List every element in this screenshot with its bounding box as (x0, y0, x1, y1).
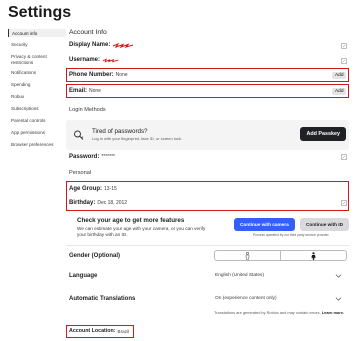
language-label: Language (69, 273, 98, 279)
phone-label: Phone Number: (69, 72, 114, 78)
translations-select[interactable]: On (experience content only) (214, 293, 347, 304)
edit-icon[interactable] (341, 200, 347, 206)
redacted-scribble (113, 42, 134, 48)
translations-note-text: Translations are generated by Roblox and… (214, 310, 321, 315)
add-passkey-button[interactable]: Add Passkey (300, 127, 346, 141)
sidebar-item-app-permissions[interactable]: App permissions (8, 128, 66, 136)
chevron-down-icon (335, 297, 342, 301)
translations-value: On (experience content only) (215, 296, 277, 301)
password-label: Password: (69, 154, 100, 160)
sidebar-item-notifications[interactable]: Notifications (8, 69, 66, 77)
settings-sidebar: Account info Security Privacy & content … (8, 29, 66, 152)
add-phone-button[interactable]: Add (332, 72, 346, 79)
password-value: ******* (101, 154, 115, 160)
email-label: Email: (69, 88, 88, 94)
sidebar-item-subscriptions[interactable]: Subscriptions (8, 105, 66, 113)
phone-value: None (115, 72, 128, 78)
age-check-title: Check your age to get more features (77, 217, 185, 224)
continue-with-camera-button[interactable]: Continue with camera (234, 218, 295, 231)
location-row: Account Location: Brazil (69, 328, 133, 334)
login-methods-heading: Login Methods (69, 107, 106, 113)
passkey-title: Tired of passwords? (92, 128, 148, 135)
age-group-value: 13-15 (104, 186, 117, 192)
chevron-down-icon (335, 274, 342, 278)
age-check-text: We can estimate your age with your camer… (77, 226, 206, 238)
gender-label: Gender (Optional) (69, 253, 120, 259)
gender-selector[interactable] (214, 250, 347, 261)
provider-note: Process operated by our third party serv… (253, 233, 329, 237)
passkey-icon (74, 130, 84, 140)
female-icon (311, 251, 316, 260)
phone-row: Phone Number: None (69, 72, 352, 78)
translations-label: Automatic Translations (69, 296, 136, 302)
language-value: English (United States) (215, 273, 265, 278)
section-title: Account Info (69, 29, 107, 36)
display-name-label: Display Name: (69, 42, 111, 48)
personal-heading: Personal (69, 170, 92, 176)
location-label: Account Location: (69, 328, 116, 334)
learn-more-link[interactable]: Learn more. (322, 310, 344, 315)
sidebar-item-browser-preferences[interactable]: Browser preferences (8, 140, 66, 148)
age-group-row: Age Group: 13-15 (69, 186, 352, 192)
male-icon (245, 251, 250, 260)
continue-with-id-button[interactable]: Continue with ID (300, 218, 349, 231)
sidebar-item-security[interactable]: Security (8, 41, 66, 49)
sidebar-item-spending[interactable]: Spending (8, 81, 66, 89)
username-label: Username: (69, 57, 101, 63)
passkey-subtitle: Log in with your fingerprint, face ID, o… (92, 136, 183, 141)
passkey-card: Tired of passwords? Log in with your fin… (66, 120, 349, 150)
display-name-row: Display Name: (69, 42, 352, 48)
page-title: Settings (8, 4, 72, 21)
sidebar-item-privacy[interactable]: Privacy & content restrictions (8, 53, 66, 67)
sidebar-item-account-info[interactable]: Account info (8, 29, 66, 38)
language-select[interactable]: English (United States) (214, 270, 347, 281)
edit-icon[interactable] (341, 58, 347, 64)
edit-icon[interactable] (341, 43, 347, 49)
email-value: None (89, 88, 101, 94)
sidebar-item-robux[interactable]: Robux (8, 93, 66, 101)
birthday-value: Dec 18, 2012 (97, 200, 128, 206)
password-row: Password: ******* (69, 154, 352, 160)
birthday-row: Birthday: Dec 18, 2012 (69, 200, 352, 206)
translations-note: Translations are generated by Roblox and… (214, 310, 349, 315)
gender-option-male[interactable] (215, 251, 280, 260)
sidebar-item-parental-controls[interactable]: Parental controls (8, 117, 66, 125)
divider (66, 245, 349, 246)
redacted-scribble (102, 57, 119, 63)
username-row: Username: (69, 57, 352, 63)
email-row: Email: None (69, 88, 352, 94)
location-value: Brazil (117, 328, 130, 334)
account-info-panel: Account Info Display Name: Username: Pho… (66, 29, 349, 341)
add-email-button[interactable]: Add (332, 88, 346, 95)
edit-icon[interactable] (341, 154, 347, 160)
gender-option-female[interactable] (280, 251, 346, 260)
birthday-label: Birthday: (69, 200, 96, 206)
age-group-label: Age Group: (69, 186, 102, 192)
